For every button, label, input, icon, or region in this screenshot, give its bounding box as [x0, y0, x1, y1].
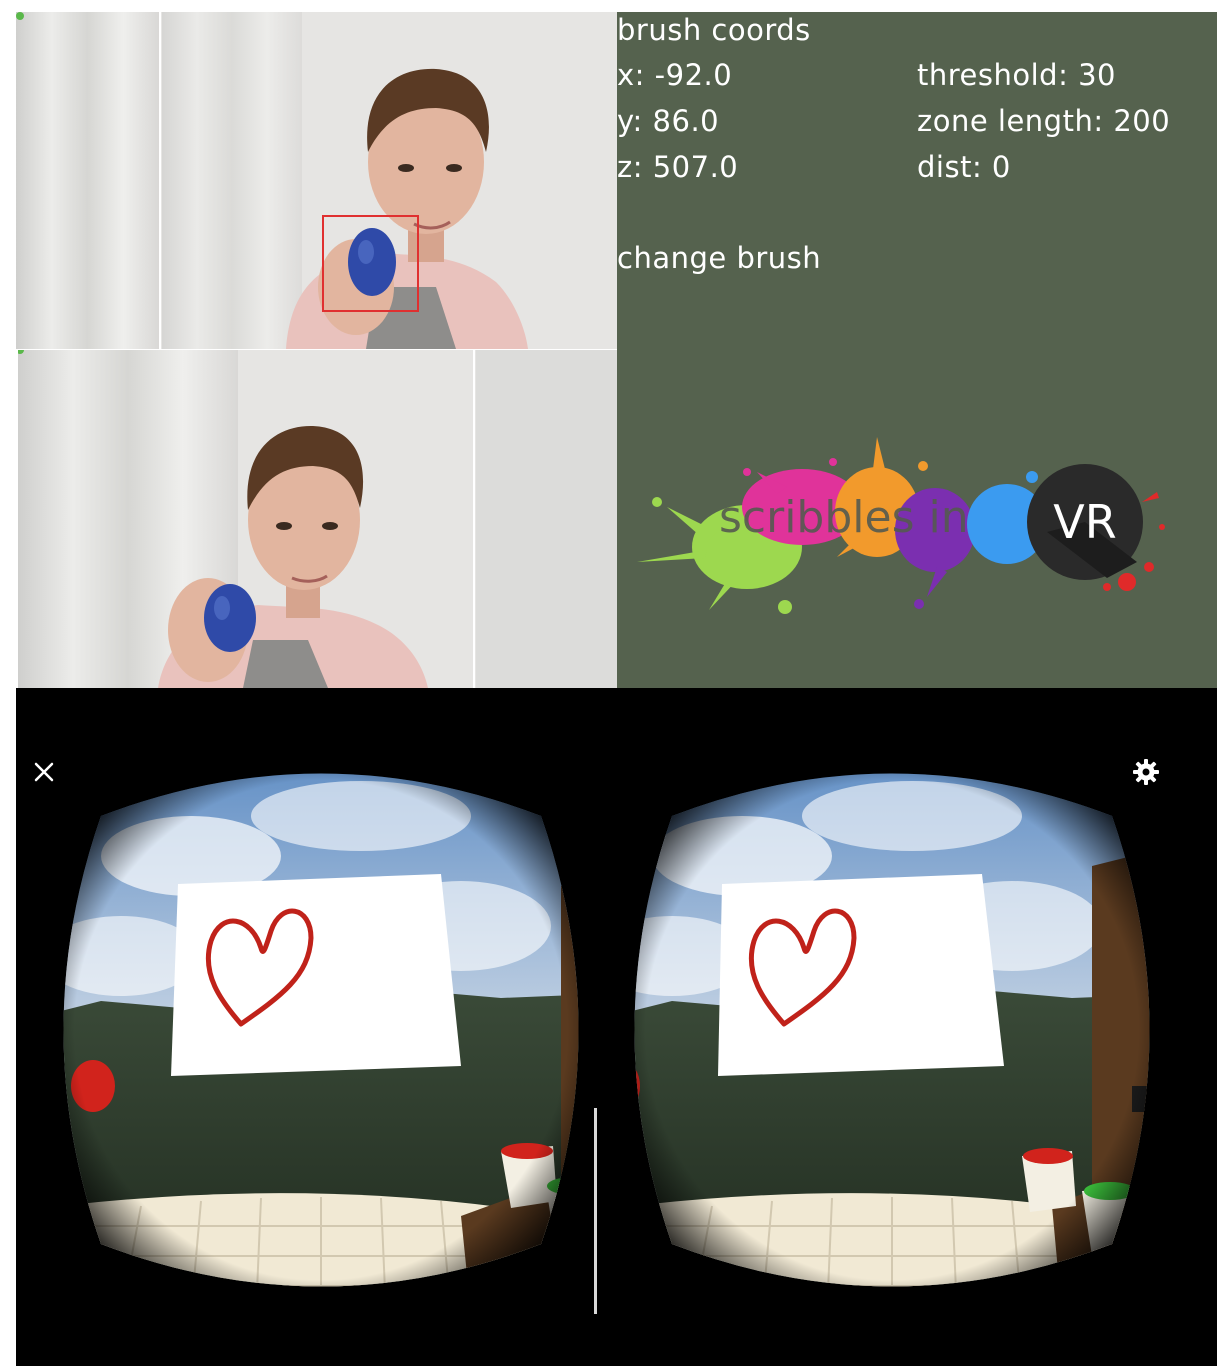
- scribbles-in-vr-logo: scribbles in VR: [637, 432, 1177, 632]
- info-panel: brush coords x: -92.0 y: 86.0 z: 507.0 t…: [617, 12, 1217, 688]
- change-brush-button[interactable]: change brush: [617, 244, 821, 273]
- tracking-box: [322, 215, 419, 312]
- zone-length-value: zone length: 200: [917, 104, 1171, 138]
- close-icon: [34, 762, 54, 782]
- logo-wordmark: scribbles in: [719, 492, 969, 543]
- viewer-divider[interactable]: [594, 1108, 597, 1314]
- settings-button[interactable]: [1130, 756, 1162, 788]
- vr-badge-text: VR: [1053, 495, 1116, 549]
- vr-viewer: [16, 688, 1217, 1366]
- brush-coords-title: brush coords: [617, 13, 811, 47]
- coord-x: x: -92.0: [617, 58, 733, 92]
- gear-icon: [1133, 759, 1159, 785]
- threshold-value: threshold: 30: [917, 58, 1116, 92]
- green-marker: [16, 12, 24, 20]
- vr-lens-left: [63, 773, 579, 1287]
- coord-y: y: 86.0: [617, 104, 720, 138]
- camera-feed-tracked: [16, 12, 617, 349]
- dist-value: dist: 0: [917, 150, 1011, 184]
- coord-z: z: 507.0: [617, 150, 739, 184]
- camera-feed-raw: [18, 350, 617, 688]
- close-button[interactable]: [30, 758, 58, 786]
- vr-lens-right: [634, 773, 1150, 1287]
